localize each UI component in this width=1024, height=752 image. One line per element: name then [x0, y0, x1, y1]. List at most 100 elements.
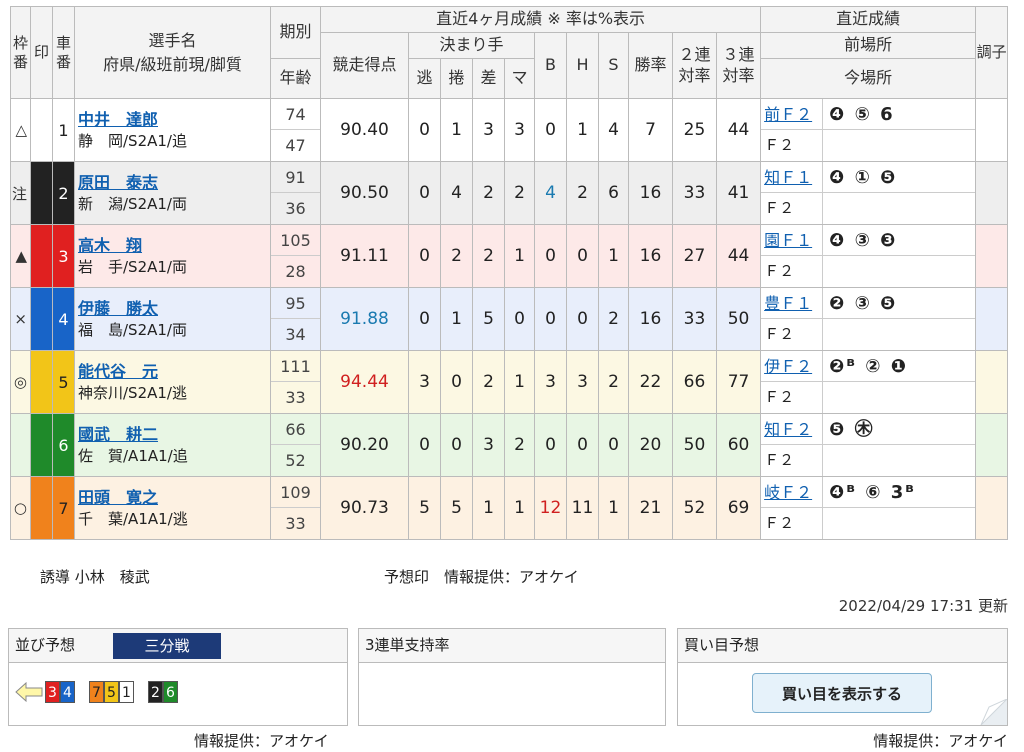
cur-results [823, 319, 975, 350]
header-condition: 調子 [975, 6, 1009, 99]
prediction-mark-source: 予想印 情報提供：アオケイ [384, 568, 579, 586]
rider-row: ◎ 5 能代谷 元神奈川/S2A1/逃 111 33 94.44 3 0 2 1 3 3 2 22 66 77… [10, 350, 1009, 414]
prev-venue-link[interactable]: 岐Ｆ２ [761, 477, 824, 507]
prev-venue-link[interactable]: 豊Ｆ１ [761, 288, 824, 318]
home-count: 3 [566, 350, 599, 414]
rider-name-link[interactable]: 田頭 寛之 [78, 486, 270, 509]
rider-name-link[interactable]: 國武 耕二 [78, 423, 270, 446]
ki-value: 95 [271, 289, 320, 319]
kimarite-mark: 0 [504, 287, 535, 351]
support-panel-title: 3連単支持率 [359, 629, 665, 663]
prev-venue-link[interactable]: 伊Ｆ２ [761, 351, 824, 381]
win-rate: 16 [628, 287, 673, 351]
kimarite-sashi: 2 [472, 224, 505, 288]
cur-venue: Ｆ２ [761, 382, 824, 413]
rider-row: 6 國武 耕二佐 賀/A1A1/追 66 52 90.20 0 0 3 2 0 0 0 20 50 60 知Ｆ… [10, 413, 1009, 477]
cur-venue: Ｆ２ [761, 508, 824, 539]
kimarite-mark: 1 [504, 476, 535, 540]
car-number: 6 [52, 413, 75, 477]
header-s: S [598, 32, 629, 99]
condition-cell [975, 98, 1009, 162]
car-number: 1 [52, 98, 75, 162]
back-count: 4 [534, 161, 567, 225]
kimarite-mark: 2 [504, 161, 535, 225]
prev-results: ❹ᴮ ⑥ 3ᴮ [823, 477, 975, 507]
rider-name-cell: 中井 達郎静 岡/S2A1/追 [74, 98, 271, 162]
ki-value: 74 [271, 100, 320, 130]
top2-rate: 33 [672, 161, 717, 225]
back-count: 12 [534, 476, 567, 540]
rider-row: ▲ 3 高木 翔岩 手/S2A1/両 105 28 91.11 0 2 2 1 0 0 1 16 27 44 園… [10, 224, 1009, 288]
header-k-sashi: 差 [472, 58, 505, 99]
cur-results [823, 445, 975, 476]
rider-name-link[interactable]: 伊藤 勝太 [78, 297, 270, 320]
back-count: 0 [534, 287, 567, 351]
ki-value: 111 [271, 352, 320, 382]
header-k-mark: マ [504, 58, 535, 99]
header-name: 選手名 府県/級班前現/脚質 [74, 6, 271, 99]
lineup-car-3: 3 [45, 681, 60, 703]
ki-age-cell: 95 34 [270, 287, 321, 351]
ki-value: 66 [271, 415, 320, 445]
age-value: 33 [285, 514, 306, 533]
age-value: 36 [285, 199, 306, 218]
top3-rate: 44 [715, 98, 762, 162]
header-waku: 枠番 [10, 6, 31, 99]
recent-results-cell: 園Ｆ１ ❹ ③ ❸ Ｆ２ [760, 224, 977, 288]
lineup-car-4: 4 [60, 681, 75, 703]
kimarite-makuri: 0 [440, 413, 473, 477]
header-win: 勝率 [628, 32, 673, 99]
condition-cell [975, 224, 1009, 288]
start-count: 6 [598, 161, 629, 225]
win-rate: 21 [628, 476, 673, 540]
condition-cell [975, 350, 1009, 414]
home-count: 11 [566, 476, 599, 540]
start-count: 4 [598, 98, 629, 162]
condition-cell [975, 161, 1009, 225]
win-rate: 16 [628, 224, 673, 288]
prev-results: ❷ ③ ❺ [823, 288, 975, 318]
top2-rate: 50 [672, 413, 717, 477]
prev-venue-link[interactable]: 知Ｆ１ [761, 162, 824, 192]
rider-name-link[interactable]: 原田 泰志 [78, 171, 270, 194]
top3-rate: 69 [715, 476, 762, 540]
cur-results [823, 508, 975, 539]
ki-age-cell: 74 47 [270, 98, 321, 162]
home-count: 2 [566, 161, 599, 225]
header-recent-4months: 直近4ヶ月成績 ※ 率は%表示 [319, 6, 762, 33]
prediction-mark: ▲ [10, 224, 31, 288]
updated-timestamp: 2022/04/29 17:31 更新 [838, 597, 1008, 615]
kimarite-makuri: 4 [440, 161, 473, 225]
kimarite-makuri: 1 [440, 287, 473, 351]
lineup-car-5: 5 [104, 681, 119, 703]
start-count: 1 [598, 224, 629, 288]
prev-venue-link[interactable]: 前Ｆ２ [761, 99, 824, 129]
rider-name-link[interactable]: 能代谷 元 [78, 360, 270, 383]
lineup-group: 26 [148, 681, 178, 703]
ki-value: 109 [271, 478, 320, 508]
recent-results-cell: 岐Ｆ２ ❹ᴮ ⑥ 3ᴮ Ｆ２ [760, 476, 977, 540]
show-bets-button[interactable]: 買い目を表示する [752, 673, 932, 713]
kimarite-nige: 0 [408, 224, 441, 288]
ki-age-cell: 105 28 [270, 224, 321, 288]
rider-pref-class: 岩 手/S2A1/両 [78, 257, 187, 276]
cur-venue: Ｆ２ [761, 130, 824, 161]
header-recent-result: 直近成績 [760, 6, 977, 33]
ki-age-cell: 111 33 [270, 350, 321, 414]
start-count: 1 [598, 476, 629, 540]
header-kimarite: 決まり手 [408, 32, 535, 59]
ki-value: 91 [271, 163, 320, 193]
cur-results [823, 130, 975, 161]
kimarite-makuri: 2 [440, 224, 473, 288]
back-count: 0 [534, 224, 567, 288]
car-number: 4 [52, 287, 75, 351]
start-count: 2 [598, 350, 629, 414]
prev-venue-link[interactable]: 園Ｆ１ [761, 225, 824, 255]
rider-name-link[interactable]: 中井 達郎 [78, 108, 270, 131]
rider-name-link[interactable]: 高木 翔 [78, 234, 270, 257]
rider-row: △ 1 中井 達郎静 岡/S2A1/追 74 47 90.40 0 1 3 3 0 1 4 7 25 44 前Ｆ… [10, 98, 1009, 162]
lineup-car-6: 6 [163, 681, 178, 703]
prediction-mark: ○ [10, 476, 31, 540]
prev-venue-link[interactable]: 知Ｆ２ [761, 414, 824, 444]
lineup-car-7: 7 [89, 681, 104, 703]
